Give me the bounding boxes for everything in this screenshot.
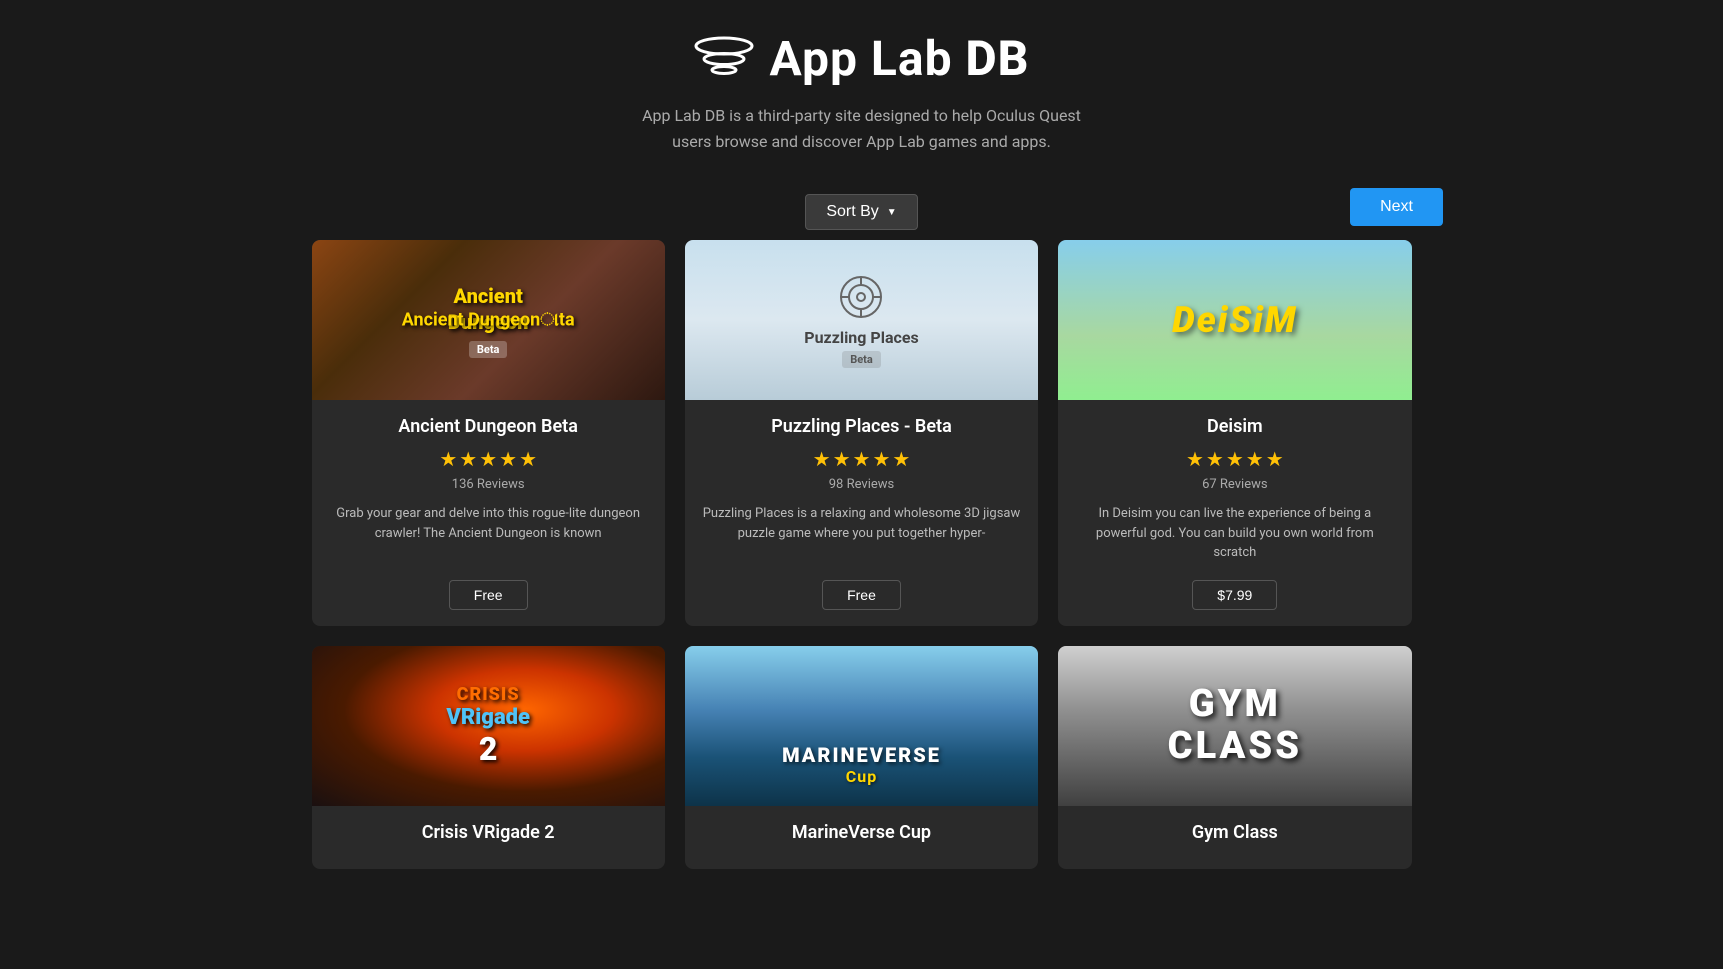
logo-text-bold: DB — [966, 30, 1030, 87]
star-5: ★ — [1266, 447, 1284, 471]
card-title-gym: Gym Class — [1074, 822, 1395, 843]
next-button-container: Next — [1350, 188, 1443, 226]
description-deisim: In Deisim you can live the experience of… — [1074, 504, 1395, 564]
card-body-gym: Gym Class — [1058, 806, 1411, 869]
card-body-crisis: Crisis VRigade 2 — [312, 806, 665, 869]
star-2: ★ — [1206, 447, 1224, 471]
star-5: ★ — [892, 447, 910, 471]
card-body-puzzling: Puzzling Places - Beta ★ ★ ★ ★ ★ 98 Revi… — [685, 400, 1038, 626]
stars-puzzling: ★ ★ ★ ★ ★ — [701, 447, 1022, 471]
logo-text-light: App Lab — [770, 30, 966, 87]
ancient-img-title: AncientDungeon — [448, 283, 528, 335]
card-image-gym: GYMCLASS — [1058, 646, 1411, 806]
card-title-deisim: Deisim — [1074, 416, 1395, 437]
logo-container: App Lab DB — [0, 30, 1723, 87]
stars-ancient: ★ ★ ★ ★ ★ — [328, 447, 649, 471]
cards-grid: AncientDungeon Beta Ancient Dungeon Beta… — [292, 240, 1432, 909]
star-4: ★ — [1246, 447, 1264, 471]
deisim-img-title: DeiSiM — [1172, 299, 1297, 341]
price-button-puzzling[interactable]: Free — [822, 580, 901, 610]
description-ancient: Grab your gear and delve into this rogue… — [328, 504, 649, 564]
page-header: App Lab DB App Lab DB is a third-party s… — [0, 0, 1723, 174]
card-image-puzzling: Puzzling Places Beta — [685, 240, 1038, 400]
card-ancient-dungeon[interactable]: AncientDungeon Beta Ancient Dungeon Beta… — [312, 240, 665, 626]
marine-img-content: MARINEVERSE Cup — [782, 743, 941, 786]
card-image-deisim: DeiSiM — [1058, 240, 1411, 400]
card-image-ancient: AncientDungeon Beta — [312, 240, 665, 400]
card-body-ancient: Ancient Dungeon Beta ★ ★ ★ ★ ★ 136 Revie… — [312, 400, 665, 626]
card-title-ancient: Ancient Dungeon Beta — [328, 416, 649, 437]
subtitle: App Lab DB is a third-party site designe… — [0, 103, 1723, 154]
star-4: ★ — [499, 447, 517, 471]
star-3: ★ — [853, 447, 871, 471]
puzzling-img-title: Puzzling Places — [804, 328, 918, 347]
crisis-img-content: CRISIS VRigade 2 — [446, 684, 530, 768]
star-3: ★ — [479, 447, 497, 471]
star-1: ★ — [1186, 447, 1204, 471]
star-3: ★ — [1226, 447, 1244, 471]
card-gym-class[interactable]: GYMCLASS Gym Class — [1058, 646, 1411, 869]
card-title-crisis: Crisis VRigade 2 — [328, 822, 649, 843]
puzzling-logo-icon — [836, 272, 886, 322]
card-title-marine: MarineVerse Cup — [701, 822, 1022, 843]
subtitle-line1: App Lab DB is a third-party site designe… — [642, 106, 1081, 125]
next-button[interactable]: Next — [1350, 188, 1443, 226]
ancient-beta-badge: Beta — [469, 341, 508, 358]
star-5: ★ — [519, 447, 537, 471]
card-image-marine: MARINEVERSE Cup — [685, 646, 1038, 806]
card-title-puzzling: Puzzling Places - Beta — [701, 416, 1022, 437]
puzzling-beta-badge: Beta — [842, 351, 881, 368]
card-marineverse[interactable]: MARINEVERSE Cup MarineVerse Cup — [685, 646, 1038, 869]
star-2: ★ — [833, 447, 851, 471]
logo-text: App Lab DB — [770, 30, 1030, 87]
card-puzzling-places[interactable]: Puzzling Places Beta Puzzling Places - B… — [685, 240, 1038, 626]
app-logo-icon — [694, 34, 754, 84]
gym-img-content: GYMCLASS — [1168, 684, 1302, 768]
stars-deisim: ★ ★ ★ ★ ★ — [1074, 447, 1395, 471]
reviews-deisim: 67 Reviews — [1074, 477, 1395, 492]
star-2: ★ — [459, 447, 477, 471]
price-button-deisim[interactable]: $7.99 — [1192, 580, 1277, 610]
card-crisis-vrigade[interactable]: CRISIS VRigade 2 Crisis VRigade 2 — [312, 646, 665, 869]
card-body-deisim: Deisim ★ ★ ★ ★ ★ 67 Reviews In Deisim yo… — [1058, 400, 1411, 626]
subtitle-line2: users browse and discover App Lab games … — [672, 132, 1051, 151]
price-button-ancient[interactable]: Free — [449, 580, 528, 610]
description-puzzling: Puzzling Places is a relaxing and wholes… — [701, 504, 1022, 564]
star-1: ★ — [439, 447, 457, 471]
card-image-crisis: CRISIS VRigade 2 — [312, 646, 665, 806]
sort-by-button[interactable]: Sort By — [805, 194, 917, 230]
controls-bar: Sort By Next — [0, 174, 1723, 240]
star-4: ★ — [872, 447, 890, 471]
card-body-marine: MarineVerse Cup — [685, 806, 1038, 869]
card-deisim[interactable]: DeiSiM Deisim ★ ★ ★ ★ ★ 67 Reviews In De… — [1058, 240, 1411, 626]
star-1: ★ — [813, 447, 831, 471]
reviews-ancient: 136 Reviews — [328, 477, 649, 492]
reviews-puzzling: 98 Reviews — [701, 477, 1022, 492]
